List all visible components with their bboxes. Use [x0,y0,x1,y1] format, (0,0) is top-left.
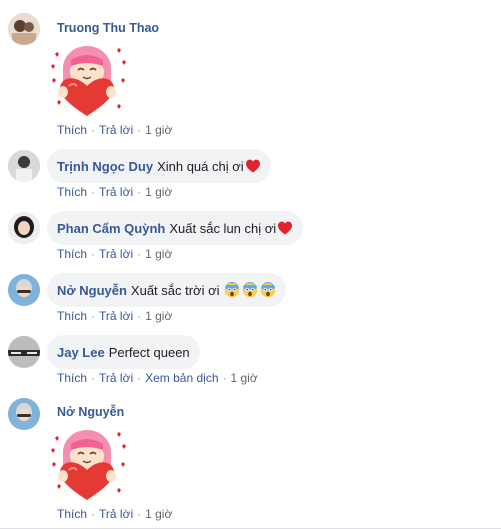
reply-link[interactable]: Trả lời [99,309,133,323]
avatar[interactable] [8,398,40,430]
author-name[interactable]: Jay Lee [57,345,105,360]
screaming-face-icon [260,282,276,298]
comment-text: Perfect queen [108,344,190,360]
screaming-face-icon [242,282,258,298]
comment-actions: Thích · Trả lời · 1 giờ [57,309,173,323]
author-name[interactable]: Phan Cẩm Quỳnh [57,221,165,236]
reply-link[interactable]: Trả lời [99,185,133,199]
comment-actions: Thích · Trả lời · 1 giờ [57,123,173,137]
comment-bubble: Trịnh Ngọc Duy Xinh quá chị ơi [47,149,271,183]
comment-actions: Thích · Trả lời · 1 giờ [57,507,173,521]
comment-text: Xuất sắc trời ơi [130,282,220,298]
like-link[interactable]: Thích [57,507,87,521]
like-link[interactable]: Thích [57,123,87,137]
like-link[interactable]: Thích [57,309,87,323]
see-translation-link[interactable]: Xem bản dịch [145,371,218,385]
reply-link[interactable]: Trả lời [99,507,133,521]
reply-link[interactable]: Trả lời [99,123,133,137]
timestamp[interactable]: 1 giờ [145,123,172,137]
like-link[interactable]: Thích [57,247,87,261]
avatar[interactable] [8,336,40,368]
like-link[interactable]: Thích [57,371,87,385]
like-link[interactable]: Thích [57,185,87,199]
comment-actions: Thích · Trả lời · Xem bản dịch · 1 giờ [57,371,258,385]
screaming-face-icon [224,282,240,298]
avatar[interactable] [8,274,40,306]
timestamp[interactable]: 1 giờ [145,247,172,261]
comment-bubble: Phan Cẩm Quỳnh Xuất sắc lun chị ơi [47,211,304,245]
timestamp[interactable]: 1 giờ [145,309,172,323]
author-name[interactable]: Trịnh Ngọc Duy [57,159,153,174]
author-name[interactable]: Nở Nguyễn [57,405,124,419]
avatar[interactable] [8,212,40,244]
comment-bubble: Jay Lee Perfect queen [47,335,200,369]
comment-text: Xuất sắc lun chị ơi [169,220,277,236]
reply-link[interactable]: Trả lời [99,247,133,261]
comment-actions: Thích · Trả lời · 1 giờ [57,247,173,261]
comment-bubble: Nở Nguyễn Xuất sắc trời ơi [47,273,286,307]
avatar[interactable] [8,150,40,182]
red-heart-icon [277,220,293,236]
comment-text: Xinh quá chị ơi [157,158,244,174]
author-name[interactable]: Truong Thu Thao [57,21,159,35]
author-name[interactable]: Nở Nguyễn [57,283,127,298]
heart-hug-sticker [47,40,127,120]
avatar[interactable] [8,13,40,45]
timestamp[interactable]: 1 giờ [145,185,172,199]
heart-hug-sticker [47,424,127,504]
comment-actions: Thích · Trả lời · 1 giờ [57,185,173,199]
timestamp[interactable]: 1 giờ [145,507,172,521]
red-heart-icon [245,158,261,174]
reply-link[interactable]: Trả lời [99,371,133,385]
timestamp[interactable]: 1 giờ [231,371,258,385]
